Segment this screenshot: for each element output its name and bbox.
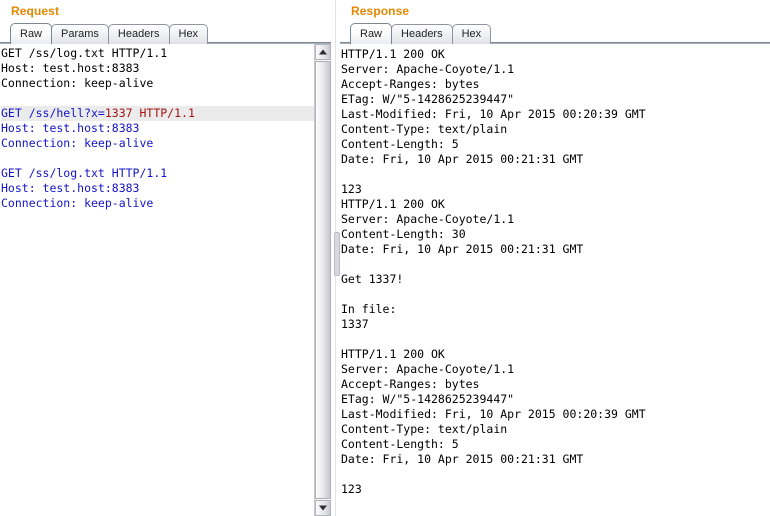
tab-response-headers-label: Headers (401, 28, 443, 40)
response-line (341, 332, 770, 347)
response-line (341, 257, 770, 272)
response-line: Accept-Ranges: bytes (341, 77, 480, 91)
response-panel-title: Response (351, 4, 410, 18)
request-raw-view[interactable]: GET /ss/log.txt HTTP/1.1 Host: test.host:… (0, 44, 314, 516)
response-line: HTTP/1.1 200 OK (341, 197, 445, 211)
tab-request-params-label: Params (61, 28, 99, 40)
response-line (341, 467, 770, 482)
request-line (1, 151, 314, 166)
request-line-segment: Connection: keep-alive (1, 136, 154, 150)
request-line (1, 91, 314, 106)
response-line (341, 167, 770, 182)
response-line: 1337 (341, 317, 369, 331)
response-body-wrap: HTTP/1.1 200 OK Server: Apache-Coyote/1.1… (340, 44, 770, 516)
response-line: Date: Fri, 10 Apr 2015 00:21:31 GMT (341, 452, 584, 466)
request-panel-title: Request (11, 4, 60, 18)
request-line-segment: 1337 HTTP/1.1 (104, 106, 195, 120)
response-line: 123 (341, 182, 362, 196)
response-line: Date: Fri, 10 Apr 2015 00:21:31 GMT (341, 152, 584, 166)
panel-splitter[interactable] (331, 0, 340, 516)
response-line: Content-Type: text/plain (341, 422, 508, 436)
request-line: Connection: keep-alive (1, 136, 314, 151)
tab-request-raw[interactable]: Raw (10, 23, 53, 44)
response-line: Content-Length: 30 (341, 227, 466, 241)
request-scroll-down-button[interactable] (315, 500, 331, 516)
request-line: Connection: keep-alive (1, 196, 314, 211)
response-line: 123 (341, 482, 362, 496)
request-line: Host: test.host:8383 (1, 61, 314, 76)
response-line: ETag: W/"5-1428625239447" (341, 392, 515, 406)
request-line: Host: test.host:8383 (1, 121, 314, 136)
response-line: Server: Apache-Coyote/1.1 (341, 212, 515, 226)
request-panel: Request Raw Params Headers Hex GET /ss/l… (0, 0, 331, 516)
triangle-down-icon (319, 505, 327, 511)
request-body-wrap: GET /ss/log.txt HTTP/1.1 Host: test.host:… (0, 44, 331, 516)
http-message-viewer: Request Raw Params Headers Hex GET /ss/l… (0, 0, 770, 516)
response-line: Last-Modified: Fri, 10 Apr 2015 00:20:39… (341, 407, 646, 421)
response-line: Server: Apache-Coyote/1.1 (341, 62, 515, 76)
request-line-segment: GET /ss/log.txt HTTP/1.1 (1, 166, 168, 180)
tab-request-headers[interactable]: Headers (107, 24, 170, 44)
tab-response-raw-label: Raw (360, 28, 383, 40)
request-line-segment: Connection: keep-alive (1, 76, 154, 90)
tab-response-hex[interactable]: Hex (451, 24, 492, 44)
tab-request-raw-label: Raw (20, 28, 43, 40)
response-panel: Response Raw Headers Hex HTTP/1.1 200 OK… (340, 0, 770, 516)
request-line: GET /ss/log.txt HTTP/1.1 (1, 166, 314, 181)
request-scroll-up-button[interactable] (315, 44, 331, 60)
triangle-up-icon (319, 49, 327, 55)
tab-request-hex[interactable]: Hex (168, 24, 209, 44)
response-line: Last-Modified: Fri, 10 Apr 2015 00:20:39… (341, 107, 646, 121)
request-vertical-scrollbar[interactable] (314, 44, 331, 516)
request-message-text: GET /ss/log.txt HTTP/1.1 Host: test.host:… (1, 46, 314, 211)
response-line: Accept-Ranges: bytes (341, 377, 480, 391)
request-line-segment: Host: test.host:8383 (1, 181, 140, 195)
response-raw-view[interactable]: HTTP/1.1 200 OK Server: Apache-Coyote/1.1… (340, 45, 770, 516)
request-line-segment: GET /ss/hell?x= (1, 106, 105, 120)
request-line: Connection: keep-alive (1, 76, 314, 91)
request-line-segment: Host: test.host:8383 (1, 121, 140, 135)
tab-request-headers-label: Headers (117, 28, 160, 40)
response-line: ETag: W/"5-1428625239447" (341, 92, 515, 106)
response-line: HTTP/1.1 200 OK (341, 347, 445, 361)
response-message-text: HTTP/1.1 200 OK Server: Apache-Coyote/1.1… (341, 47, 770, 497)
response-line: Content-Type: text/plain (341, 122, 508, 136)
response-line: Server: Apache-Coyote/1.1 (341, 362, 515, 376)
response-line: In file: (341, 302, 397, 316)
tab-request-params[interactable]: Params (51, 24, 109, 44)
request-line-segment: GET /ss/log.txt HTTP/1.1 (1, 46, 168, 60)
tab-response-headers[interactable]: Headers (391, 24, 453, 44)
response-line: Get 1337! (341, 272, 404, 286)
tab-response-hex-label: Hex (461, 28, 482, 40)
request-line-segment: Connection: keep-alive (1, 196, 154, 210)
request-line: GET /ss/hell?x=1337 HTTP/1.1 (1, 106, 314, 121)
request-scroll-thumb[interactable] (315, 61, 331, 499)
tab-response-raw[interactable]: Raw (350, 23, 393, 44)
request-line: Host: test.host:8383 (1, 181, 314, 196)
tab-request-hex-label: Hex (178, 28, 199, 40)
response-tabstrip: Raw Headers Hex (340, 21, 770, 44)
response-line (341, 287, 770, 302)
request-line: GET /ss/log.txt HTTP/1.1 (1, 46, 314, 61)
request-tabstrip: Raw Params Headers Hex (0, 21, 331, 44)
response-line: Content-Length: 5 (341, 437, 459, 451)
response-line: Date: Fri, 10 Apr 2015 00:21:31 GMT (341, 242, 584, 256)
response-line: Content-Length: 5 (341, 137, 459, 151)
response-line: HTTP/1.1 200 OK (341, 47, 445, 61)
request-line-segment: Host: test.host:8383 (1, 61, 140, 75)
